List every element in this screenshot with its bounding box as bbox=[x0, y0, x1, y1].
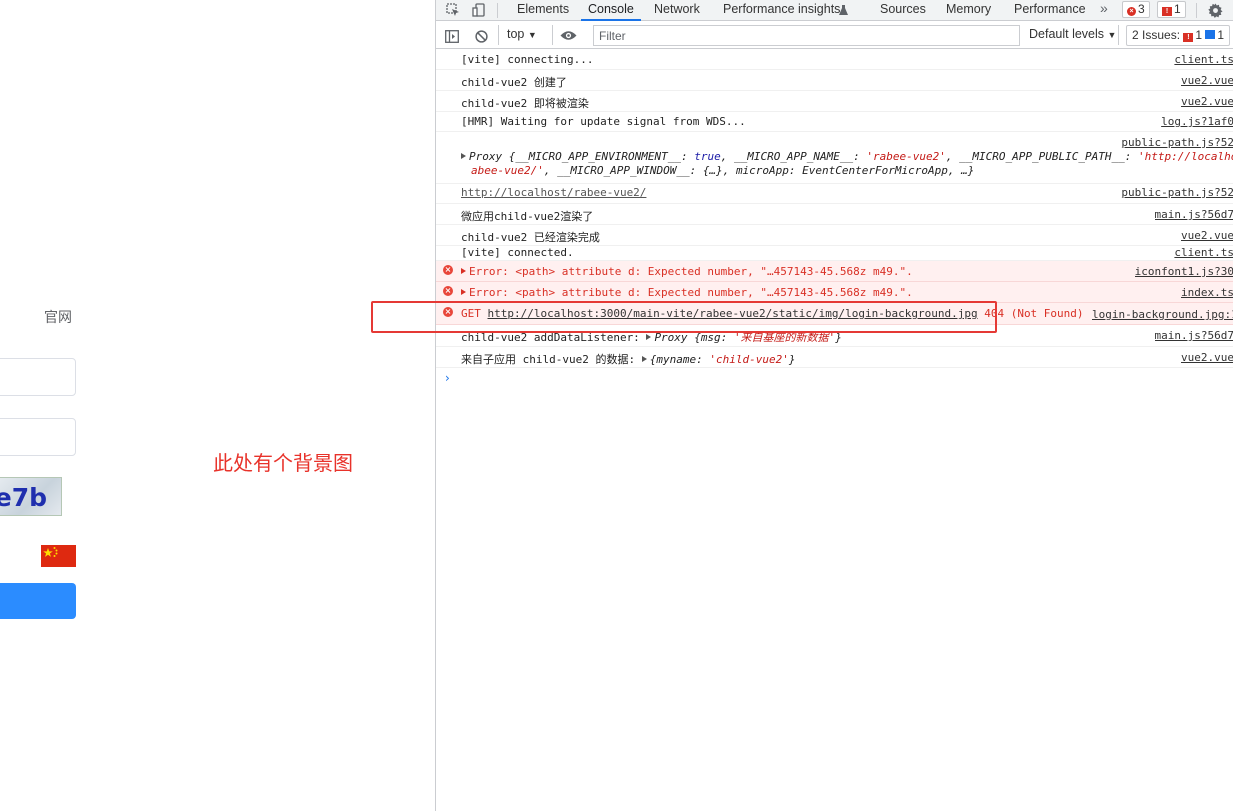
password-input[interactable] bbox=[0, 418, 76, 456]
console-row: child-vue2 即将被渲染 vue2.vue bbox=[436, 91, 1233, 112]
captcha-text: e7b bbox=[0, 483, 47, 512]
live-expression-eye-icon[interactable] bbox=[558, 25, 578, 45]
console-toolbar: top ▼ Default levels ▼ 2 Issues: !1 1 bbox=[436, 21, 1233, 49]
source-link[interactable]: vue2.vue bbox=[1181, 351, 1233, 364]
source-link[interactable]: iconfont1.js?30 bbox=[1135, 265, 1233, 278]
more-tabs-chevron-icon[interactable]: » bbox=[1100, 0, 1108, 21]
tab-performance-insights[interactable]: Performance insights bbox=[723, 0, 840, 21]
dropdown-arrow-icon: ▼ bbox=[1107, 30, 1117, 40]
source-link[interactable]: main.js?56d7 bbox=[1155, 329, 1233, 342]
devtools-panel: Elements Console Network Performance ins… bbox=[435, 0, 1233, 811]
china-flag-icon[interactable] bbox=[41, 545, 76, 567]
annotation-highlight-box bbox=[371, 301, 997, 333]
issues-count-badge[interactable]: ! 1 bbox=[1157, 1, 1186, 18]
issue-info-icon bbox=[1205, 30, 1216, 39]
source-link[interactable]: log.js?1af0 bbox=[1161, 115, 1233, 128]
console-row: 微应用child-vue2渲染了 main.js?56d7 bbox=[436, 204, 1233, 225]
console-row: [vite] connecting... client.ts bbox=[436, 49, 1233, 70]
tab-memory[interactable]: Memory bbox=[946, 0, 991, 21]
login-button[interactable] bbox=[0, 583, 76, 619]
source-link[interactable]: public-path.js?52 bbox=[1121, 186, 1233, 199]
console-row: [HMR] Waiting for update signal from WDS… bbox=[436, 112, 1233, 132]
tab-elements[interactable]: Elements bbox=[517, 0, 569, 21]
console-output: [vite] connecting... client.ts child-vue… bbox=[436, 49, 1233, 811]
console-prompt-chevron-icon[interactable]: › bbox=[445, 371, 450, 385]
error-icon: × bbox=[443, 265, 453, 275]
console-row: child-vue2 已经渲染完成 vue2.vue bbox=[436, 225, 1233, 246]
username-input[interactable] bbox=[0, 358, 76, 396]
tab-sources[interactable]: Sources bbox=[880, 0, 926, 21]
screen: 官网 e7b 此处有个背景图 Eleme bbox=[0, 0, 1233, 811]
toolbar-divider bbox=[552, 25, 553, 45]
issues-button[interactable]: 2 Issues: ! 1 1 bbox=[1126, 25, 1231, 46]
settings-gear-icon[interactable] bbox=[1206, 0, 1224, 20]
console-row: http://localhost/rabee-vue2/ public-path… bbox=[436, 184, 1233, 204]
error-icon: × bbox=[443, 286, 453, 296]
source-link[interactable]: main.js?56d7 bbox=[1155, 208, 1233, 221]
dropdown-arrow-icon: ▼ bbox=[527, 30, 537, 40]
source-link[interactable]: vue2.vue bbox=[1181, 229, 1233, 242]
tabbar-divider-right bbox=[1196, 3, 1197, 18]
tabbar-divider bbox=[497, 3, 498, 18]
filter-input[interactable] bbox=[593, 25, 1020, 46]
sidebar-toggle-icon[interactable] bbox=[444, 26, 460, 46]
issue-error-icon: ! bbox=[1162, 7, 1172, 16]
devtools-tabbar: Elements Console Network Performance ins… bbox=[436, 0, 1233, 21]
source-link[interactable]: login-background.jpg:1 bbox=[1092, 308, 1233, 321]
toolbar-divider bbox=[498, 25, 499, 45]
console-row: 来自子应用 child-vue2 的数据: {myname: 'child-vu… bbox=[436, 347, 1233, 368]
tab-network[interactable]: Network bbox=[654, 0, 700, 21]
log-levels-select[interactable]: Default levels ▼ bbox=[1029, 27, 1116, 41]
expand-triangle-icon[interactable] bbox=[461, 268, 466, 274]
official-site-link[interactable]: 官网 bbox=[44, 307, 72, 327]
context-select[interactable]: top ▼ bbox=[507, 27, 537, 41]
expand-triangle-icon[interactable] bbox=[646, 334, 652, 340]
error-icon: × bbox=[1127, 7, 1136, 16]
console-row-proxy[interactable]: public-path.js?52 Proxy {__MICRO_APP_ENV… bbox=[436, 132, 1233, 184]
source-link[interactable]: vue2.vue bbox=[1181, 95, 1233, 108]
inspect-element-icon[interactable] bbox=[445, 0, 461, 20]
source-link[interactable]: index.ts bbox=[1181, 286, 1233, 299]
url-link[interactable]: http://localhost/rabee-vue2/ bbox=[461, 186, 646, 199]
source-link[interactable]: client.ts bbox=[1174, 246, 1233, 259]
flask-icon bbox=[838, 0, 848, 20]
source-link[interactable]: vue2.vue bbox=[1181, 74, 1233, 87]
console-row: [vite] connected. client.ts bbox=[436, 246, 1233, 261]
device-toolbar-icon[interactable] bbox=[471, 0, 487, 20]
console-error-row[interactable]: × Error: <path> attribute d: Expected nu… bbox=[436, 261, 1233, 282]
console-error-row[interactable]: × Error: <path> attribute d: Expected nu… bbox=[436, 282, 1233, 303]
login-page: 官网 e7b 此处有个背景图 bbox=[0, 0, 435, 811]
tab-console[interactable]: Console bbox=[581, 0, 641, 21]
toolbar-divider bbox=[1118, 25, 1119, 45]
captcha-image[interactable]: e7b bbox=[0, 477, 62, 516]
console-row: child-vue2 创建了 vue2.vue bbox=[436, 70, 1233, 91]
expand-triangle-icon[interactable] bbox=[641, 356, 647, 362]
expand-triangle-icon[interactable] bbox=[461, 289, 466, 295]
error-count-badge[interactable]: × 3 bbox=[1122, 1, 1150, 18]
issue-error-icon: ! bbox=[1183, 33, 1194, 42]
source-link[interactable]: public-path.js?52 bbox=[1121, 136, 1233, 149]
tab-performance[interactable]: Performance bbox=[1014, 0, 1086, 21]
source-link[interactable]: client.ts bbox=[1174, 53, 1233, 66]
background-note: 此处有个背景图 bbox=[213, 451, 353, 475]
expand-triangle-icon[interactable] bbox=[461, 153, 466, 159]
clear-console-icon[interactable] bbox=[473, 26, 489, 46]
